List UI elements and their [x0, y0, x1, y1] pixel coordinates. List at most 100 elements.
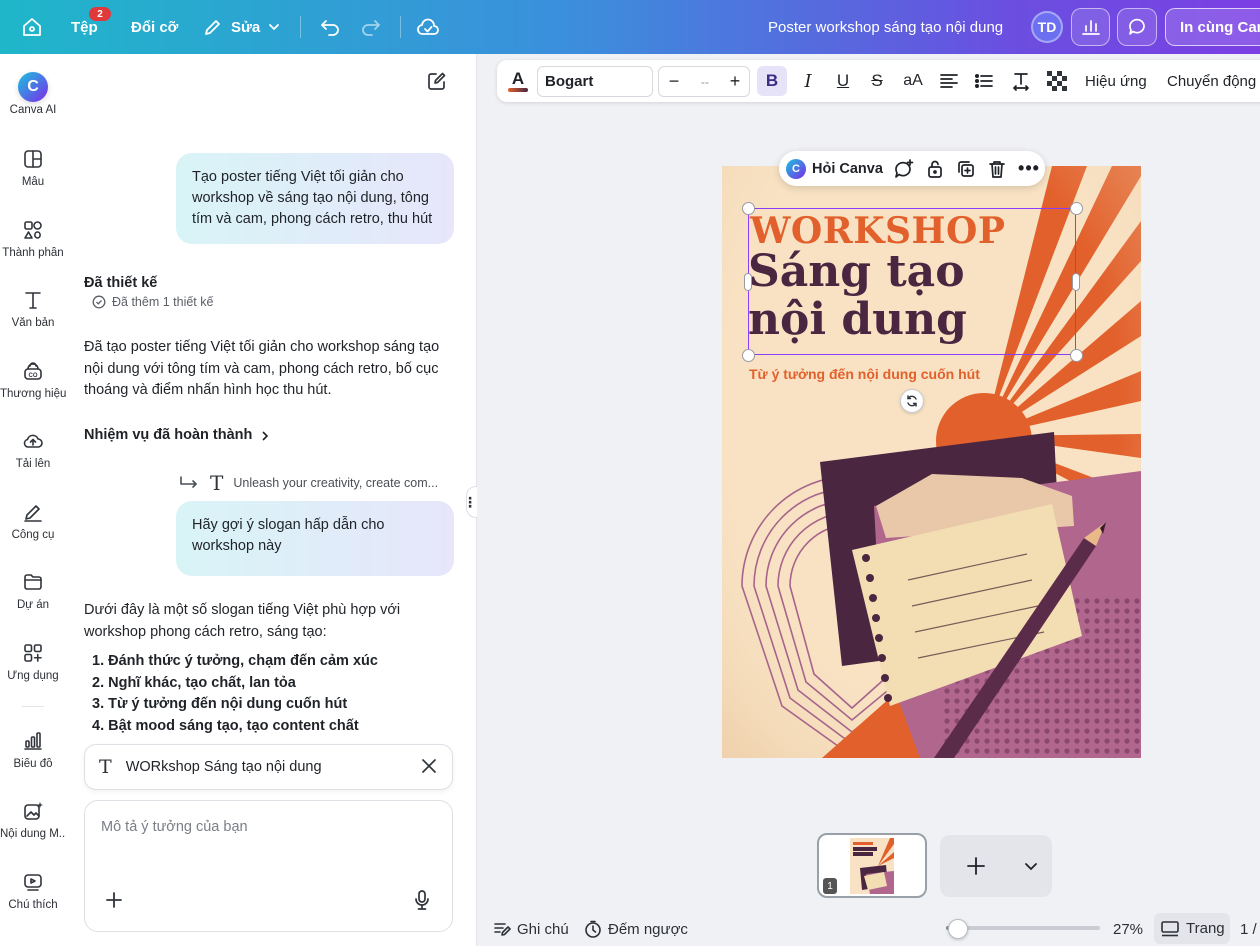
- text-spacing-icon: [1013, 73, 1029, 91]
- compose-icon: [428, 72, 446, 90]
- resize-handle-top-left[interactable]: [742, 202, 755, 215]
- rail-item-uploads[interactable]: Tải lên: [0, 428, 66, 470]
- rail-item-brand[interactable]: CO Thương hiệu: [0, 358, 66, 400]
- lock-button[interactable]: [923, 151, 947, 186]
- rail-item-text[interactable]: Văn bản: [0, 287, 66, 329]
- ask-canva-button[interactable]: C Hỏi Canva: [786, 151, 883, 186]
- add-page-menu-button[interactable]: [1024, 860, 1038, 878]
- animate-button[interactable]: Chuyển động: [1167, 60, 1256, 102]
- rail-item-label: Nội dung M...: [0, 828, 66, 840]
- remove-selection-button[interactable]: [420, 757, 438, 779]
- slogan-item: 2. Nghĩ khác, tạo chất, lan tỏa: [92, 674, 296, 691]
- resize-button[interactable]: Đổi cỡ: [131, 0, 178, 54]
- microphone-icon: [415, 890, 429, 910]
- underline-button[interactable]: U: [833, 60, 853, 102]
- spacing-button[interactable]: [1010, 60, 1032, 102]
- more-icon: •••: [1018, 158, 1040, 178]
- avatar[interactable]: TD: [1031, 11, 1063, 43]
- assistant-message: Dưới đây là một số slogan tiếng Việt phù…: [84, 602, 401, 640]
- comments-button[interactable]: [1117, 8, 1157, 46]
- add-attachment-button[interactable]: [105, 891, 123, 914]
- edit-menu-button[interactable]: Sửa: [203, 0, 280, 54]
- upload-icon: [23, 434, 43, 448]
- rail-item-captions[interactable]: Chú thích: [0, 869, 66, 911]
- selected-element-chip: T WORkshop Sáng tạo nội dung: [84, 744, 453, 790]
- align-left-icon: [940, 74, 958, 88]
- bold-button[interactable]: B: [757, 66, 787, 96]
- rail-item-label: Thành phần: [2, 247, 64, 259]
- element-context-bar: C Hỏi Canva •••: [779, 151, 1045, 186]
- magic-media-icon: [24, 802, 43, 820]
- referenced-element: T Unleash your creativity, create com...: [178, 471, 438, 495]
- resize-handle-bottom-left[interactable]: [742, 349, 755, 362]
- redo-button[interactable]: [360, 0, 382, 54]
- page-number: 1: [823, 878, 837, 894]
- print-with-canva-button[interactable]: In cùng Canva: [1165, 8, 1260, 46]
- divider: [400, 16, 401, 38]
- rail-item-elements[interactable]: Thành phần: [0, 217, 66, 259]
- save-status-button[interactable]: [416, 0, 440, 54]
- slogan-list: 1. Đánh thức ý tưởng, chạm đến cảm xúc 2…: [92, 651, 452, 733]
- align-button[interactable]: [938, 60, 960, 102]
- canva-ai-icon: C: [786, 158, 806, 179]
- zoom-value[interactable]: 27%: [1113, 912, 1143, 946]
- resize-handle-bottom-right[interactable]: [1070, 349, 1083, 362]
- list-button[interactable]: [973, 60, 995, 102]
- undo-button[interactable]: [319, 0, 341, 54]
- reply-arrow-icon: [180, 476, 197, 488]
- chevron-down-icon: [269, 24, 280, 30]
- poster-tagline[interactable]: Từ ý tưởng đến nội dung cuốn hút: [749, 366, 980, 382]
- font-family-select[interactable]: Bogart: [537, 66, 653, 97]
- voice-input-button[interactable]: [413, 889, 431, 916]
- lock-icon: [928, 160, 942, 178]
- decrease-font-size-button[interactable]: −: [665, 67, 683, 96]
- letter-case-button[interactable]: aA: [901, 60, 925, 102]
- bar-chart-icon: [1081, 20, 1100, 35]
- add-comment-button[interactable]: [892, 151, 916, 186]
- slogan-item: 4. Bật mood sáng tạo, tạo content chất: [92, 717, 359, 734]
- resize-handle-top-right[interactable]: [1070, 202, 1083, 215]
- rail-item-templates[interactable]: Mẫu: [0, 146, 66, 188]
- home-icon: [23, 18, 41, 36]
- delete-button[interactable]: [985, 151, 1009, 186]
- prompt-input[interactable]: [101, 819, 431, 835]
- effects-button[interactable]: Hiệu ứng: [1085, 60, 1147, 102]
- rail-item-label: Tải lên: [15, 458, 51, 470]
- add-page-group: [940, 835, 1052, 897]
- rotate-handle[interactable]: [900, 389, 924, 413]
- transparency-button[interactable]: [1046, 60, 1068, 102]
- increase-font-size-button[interactable]: +: [726, 67, 744, 96]
- zoom-slider[interactable]: [946, 926, 1100, 930]
- rail-item-charts[interactable]: Biểu đồ: [0, 728, 66, 770]
- new-chat-button[interactable]: [426, 70, 450, 94]
- page-view-button[interactable]: Trang: [1154, 913, 1230, 944]
- duplicate-button[interactable]: [954, 151, 978, 186]
- zoom-slider-knob[interactable]: [948, 919, 968, 939]
- rail-item-canva-ai[interactable]: C Canva AI: [0, 72, 66, 116]
- notes-button[interactable]: Ghi chú: [493, 912, 569, 946]
- document-title[interactable]: Poster workshop sáng tạo nội dung: [768, 0, 1003, 54]
- timer-label: Đếm ngược: [608, 920, 688, 938]
- strikethrough-button[interactable]: S: [867, 60, 887, 102]
- chart-icon: [24, 732, 42, 750]
- page-thumbnail[interactable]: 1: [817, 833, 927, 898]
- more-options-button[interactable]: •••: [1017, 151, 1041, 186]
- resize-handle-left[interactable]: [744, 273, 752, 291]
- italic-button[interactable]: I: [798, 60, 818, 102]
- rail-item-magic-media[interactable]: Nội dung M...: [0, 798, 66, 840]
- text-icon: T: [210, 471, 224, 495]
- home-button[interactable]: [21, 0, 43, 54]
- slogan-item: 1. Đánh thức ý tưởng, chạm đến cảm xúc: [92, 653, 378, 669]
- rail-divider: [22, 706, 44, 707]
- rail-item-projects[interactable]: Dự án: [0, 569, 66, 611]
- rail-item-tools[interactable]: Công cụ: [0, 499, 66, 541]
- rail-item-apps[interactable]: Ứng dụng: [0, 640, 66, 682]
- font-size-value[interactable]: --: [693, 67, 717, 96]
- timer-button[interactable]: Đếm ngược: [584, 912, 688, 946]
- text-icon: [25, 292, 41, 309]
- text-color-button[interactable]: A: [505, 60, 531, 102]
- tasks-done-link[interactable]: Nhiệm vụ đã hoàn thành: [84, 425, 270, 447]
- insights-button[interactable]: [1071, 8, 1110, 46]
- resize-handle-right[interactable]: [1072, 273, 1080, 291]
- add-page-button[interactable]: [966, 856, 986, 881]
